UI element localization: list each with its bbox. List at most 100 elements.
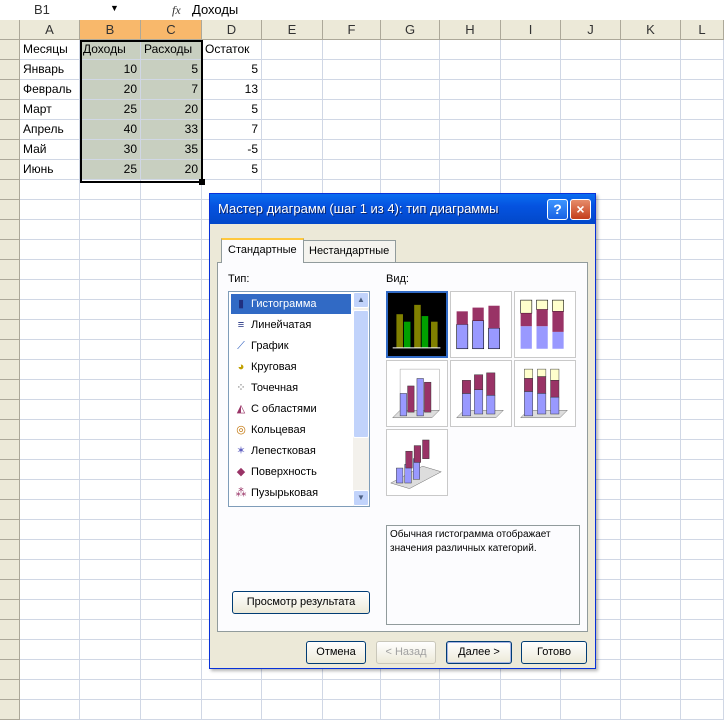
row-header[interactable] [0, 620, 20, 640]
row-header[interactable] [0, 540, 20, 560]
grid-cell[interactable] [621, 200, 681, 220]
column-header[interactable]: D [202, 20, 262, 40]
grid-cell[interactable] [621, 260, 681, 280]
grid-cell[interactable] [681, 40, 724, 60]
grid-cell[interactable] [381, 40, 440, 60]
chart-type-item[interactable]: ✶ Лепестковая [231, 441, 351, 461]
grid-cell[interactable] [621, 320, 681, 340]
grid-cell[interactable] [141, 220, 202, 240]
grid-cell[interactable] [621, 300, 681, 320]
back-button[interactable]: < Назад [376, 641, 436, 664]
grid-cell[interactable] [141, 480, 202, 500]
column-header[interactable]: B [80, 20, 141, 40]
grid-cell[interactable] [621, 520, 681, 540]
grid-cell[interactable] [440, 700, 501, 720]
grid-cell[interactable] [681, 100, 724, 120]
grid-cell[interactable] [141, 380, 202, 400]
grid-cell[interactable] [621, 540, 681, 560]
grid-cell[interactable] [262, 680, 323, 700]
grid-cell[interactable] [621, 340, 681, 360]
grid-cell[interactable] [141, 300, 202, 320]
grid-cell[interactable] [141, 660, 202, 680]
grid-cell[interactable]: 20 [141, 160, 202, 180]
row-header[interactable] [0, 240, 20, 260]
grid-cell[interactable] [80, 400, 141, 420]
grid-cell[interactable]: 5 [202, 60, 262, 80]
grid-cell[interactable] [621, 420, 681, 440]
grid-cell[interactable] [621, 140, 681, 160]
grid-cell[interactable] [20, 520, 80, 540]
grid-cell[interactable] [20, 300, 80, 320]
grid-cell[interactable] [621, 100, 681, 120]
grid-cell[interactable]: 33 [141, 120, 202, 140]
row-header[interactable] [0, 200, 20, 220]
grid-cell[interactable]: 25 [80, 160, 141, 180]
grid-cell[interactable] [621, 640, 681, 660]
grid-cell[interactable] [681, 520, 724, 540]
grid-cell[interactable] [20, 440, 80, 460]
grid-cell[interactable] [381, 80, 440, 100]
row-header[interactable] [0, 80, 20, 100]
grid-cell[interactable]: 30 [80, 140, 141, 160]
grid-cell[interactable] [561, 680, 621, 700]
row-header[interactable] [0, 520, 20, 540]
row-header[interactable] [0, 120, 20, 140]
grid-cell[interactable] [561, 80, 621, 100]
tab-standard[interactable]: Стандартные [221, 238, 304, 263]
grid-cell[interactable] [681, 60, 724, 80]
grid-cell[interactable] [20, 280, 80, 300]
grid-cell[interactable] [501, 680, 561, 700]
grid-cell[interactable]: 13 [202, 80, 262, 100]
column-header[interactable]: E [262, 20, 323, 40]
grid-cell[interactable] [20, 680, 80, 700]
grid-cell[interactable] [621, 560, 681, 580]
grid-cell[interactable] [561, 60, 621, 80]
grid-cell[interactable] [440, 40, 501, 60]
grid-cell[interactable] [262, 100, 323, 120]
grid-cell[interactable] [621, 480, 681, 500]
row-header[interactable] [0, 400, 20, 420]
grid-cell[interactable] [141, 520, 202, 540]
grid-cell[interactable] [381, 160, 440, 180]
grid-cell[interactable]: Доходы [80, 40, 141, 60]
grid-cell[interactable] [681, 120, 724, 140]
preview-button[interactable]: Просмотр результата [232, 591, 370, 614]
grid-cell[interactable] [141, 180, 202, 200]
row-header[interactable] [0, 60, 20, 80]
grid-cell[interactable]: Март [20, 100, 80, 120]
grid-cell[interactable] [621, 580, 681, 600]
row-header[interactable] [0, 640, 20, 660]
grid-cell[interactable] [80, 500, 141, 520]
row-header[interactable] [0, 100, 20, 120]
grid-cell[interactable] [20, 580, 80, 600]
grid-cell[interactable] [621, 600, 681, 620]
grid-cell[interactable]: Июнь [20, 160, 80, 180]
grid-cell[interactable] [20, 340, 80, 360]
grid-cell[interactable] [681, 180, 724, 200]
chart-subtype-option[interactable] [514, 291, 576, 358]
grid-cell[interactable] [681, 380, 724, 400]
grid-cell[interactable] [381, 60, 440, 80]
grid-cell[interactable] [323, 120, 381, 140]
grid-cell[interactable] [80, 580, 141, 600]
row-header[interactable] [0, 260, 20, 280]
chart-type-item[interactable]: ◭ С областями [231, 399, 351, 419]
row-header[interactable] [0, 220, 20, 240]
grid-cell[interactable] [681, 540, 724, 560]
grid-cell[interactable] [323, 700, 381, 720]
grid-cell[interactable] [681, 600, 724, 620]
grid-cell[interactable] [20, 360, 80, 380]
grid-cell[interactable] [80, 260, 141, 280]
grid-cell[interactable] [621, 120, 681, 140]
tab-custom[interactable]: Нестандартные [302, 240, 397, 262]
grid-cell[interactable] [202, 680, 262, 700]
chart-type-item[interactable]: ⟋ График [231, 336, 351, 356]
grid-cell[interactable] [141, 580, 202, 600]
grid-cell[interactable] [681, 140, 724, 160]
grid-cell[interactable]: -5 [202, 140, 262, 160]
grid-cell[interactable] [681, 680, 724, 700]
scroll-down-button[interactable]: ▼ [353, 490, 369, 506]
grid-cell[interactable] [20, 660, 80, 680]
grid-cell[interactable]: Январь [20, 60, 80, 80]
grid-cell[interactable] [141, 700, 202, 720]
